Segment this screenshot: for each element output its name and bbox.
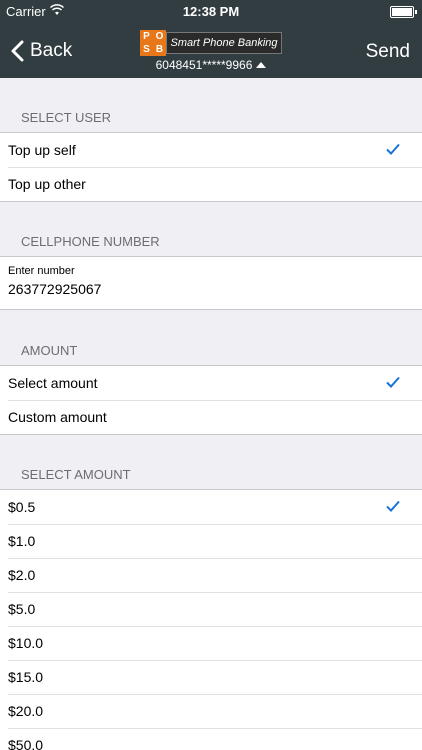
select-amount-header: SELECT AMOUNT: [21, 467, 131, 482]
checkmark-icon: [386, 500, 400, 512]
amount-option[interactable]: $2.0: [0, 558, 422, 592]
checkmark-icon: [386, 376, 400, 388]
amount-label: $10.0: [8, 635, 44, 651]
amount-option[interactable]: $5.0: [0, 592, 422, 626]
amount-option[interactable]: $50.0: [0, 728, 422, 750]
option-label: Top up other: [8, 176, 86, 192]
cellphone-group: Enter number 263772925067: [0, 256, 422, 310]
send-button[interactable]: Send: [366, 41, 410, 63]
amount-option[interactable]: $10.0: [0, 626, 422, 660]
battery-icon: [390, 6, 417, 18]
select-user-header: SELECT USER: [21, 110, 112, 125]
amount-label: $1.0: [8, 533, 36, 549]
option-label: Top up self: [8, 142, 76, 158]
status-bar: Carrier 12:38 PM: [0, 0, 422, 24]
amount-option[interactable]: $20.0: [0, 694, 422, 728]
amount-label: $20.0: [8, 703, 44, 719]
option-top-up-other[interactable]: Top up other: [0, 167, 422, 201]
caret-up-icon: [256, 62, 267, 68]
status-time: 12:38 PM: [182, 4, 240, 19]
option-custom-amount[interactable]: Custom amount: [0, 400, 422, 434]
amount-label: $2.0: [8, 567, 36, 583]
cellphone-field-label: Enter number: [8, 265, 75, 277]
amount-group: Select amount Custom amount: [0, 365, 422, 435]
account-selector[interactable]: 6048451*****9966: [0, 58, 422, 72]
amount-option[interactable]: $1.0: [0, 524, 422, 558]
amount-header: AMOUNT: [21, 343, 78, 358]
posb-logo: P O S B: [140, 30, 166, 56]
amount-option[interactable]: $15.0: [0, 660, 422, 694]
brand-header: P O S B Smart Phone Banking: [140, 30, 282, 56]
brand-title: Smart Phone Banking: [166, 32, 282, 54]
option-top-up-self[interactable]: Top up self: [0, 133, 422, 167]
amount-label: $5.0: [8, 601, 36, 617]
select-amount-group: $0.5 $1.0 $2.0 $5.0 $10.0 $15.0 $20.0 $5…: [0, 489, 422, 750]
option-label: Custom amount: [8, 409, 107, 425]
option-label: Select amount: [8, 375, 98, 391]
option-select-amount[interactable]: Select amount: [0, 366, 422, 400]
amount-label: $50.0: [8, 737, 44, 750]
account-number: 6048451*****9966: [155, 58, 253, 72]
cellphone-header: CELLPHONE NUMBER: [21, 234, 160, 249]
amount-label: $15.0: [8, 669, 44, 685]
cellphone-input[interactable]: 263772925067: [8, 281, 414, 297]
cellphone-field[interactable]: Enter number 263772925067: [0, 257, 422, 309]
amount-label: $0.5: [8, 499, 36, 515]
checkmark-icon: [386, 143, 400, 155]
amount-option[interactable]: $0.5: [0, 490, 422, 524]
navigation-bar: Back P O S B Smart Phone Banking 6048451…: [0, 24, 422, 78]
select-user-group: Top up self Top up other: [0, 132, 422, 202]
